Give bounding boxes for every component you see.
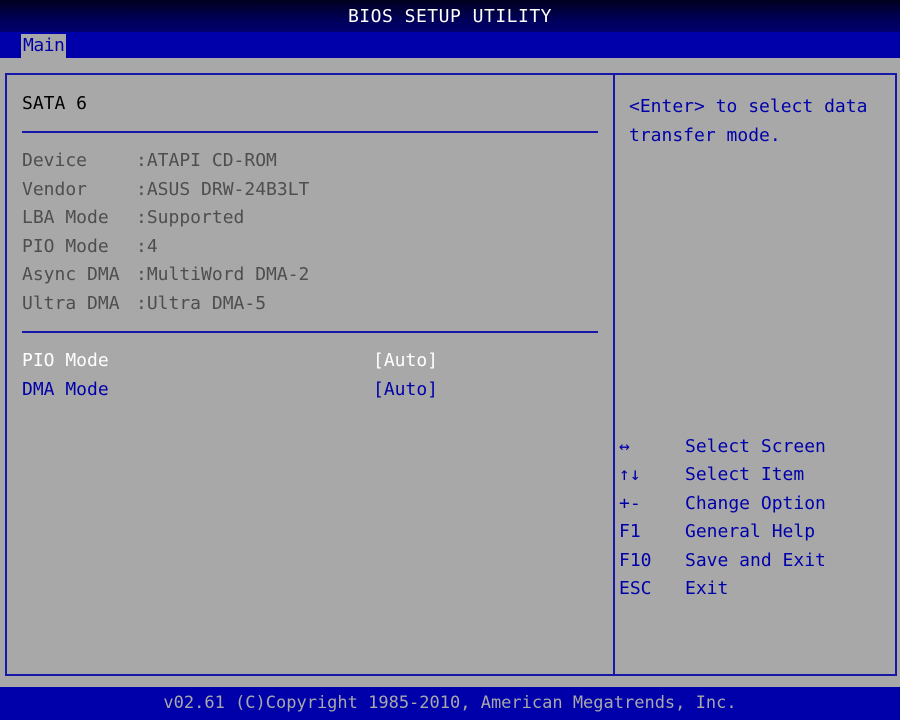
info-label: LBA Mode xyxy=(22,207,109,228)
bottom-divider xyxy=(22,331,598,333)
info-value: :ASUS DRW-24B3LT xyxy=(136,179,310,200)
info-label: PIO Mode xyxy=(22,236,109,257)
info-label: Ultra DMA xyxy=(22,293,120,314)
footer-copyright: v02.61 (C)Copyright 1985-2010, American … xyxy=(0,687,900,720)
top-divider xyxy=(22,131,598,133)
info-row-lba-mode: LBA Mode :Supported xyxy=(22,206,244,230)
info-label: Async DMA xyxy=(22,264,120,285)
setting-value[interactable]: [Auto] xyxy=(373,349,438,373)
info-row-device: Device :ATAPI CD-ROM xyxy=(22,149,277,173)
tab-main[interactable]: Main xyxy=(21,34,67,58)
setting-label: DMA Mode xyxy=(22,379,109,400)
key-hint-select-screen: ↔ Select Screen xyxy=(619,433,826,461)
key-hint-desc: Save and Exit xyxy=(685,550,826,571)
app-title: BIOS SETUP UTILITY xyxy=(347,6,553,27)
key-name: ESC xyxy=(619,578,652,599)
main-panel: SATA 6 Device :ATAPI CD-ROM Vendor :ASUS D… xyxy=(5,73,897,676)
menu-bar: Main xyxy=(0,32,900,58)
key-hint-desc: Select Item xyxy=(685,464,805,485)
key-hint-general-help: F1 General Help xyxy=(619,518,815,546)
info-value: :MultiWord DMA-2 xyxy=(136,264,310,285)
help-text: <Enter> to select data transfer mode. xyxy=(629,96,879,146)
key-hint-exit: ESC Exit xyxy=(619,575,728,603)
info-value: :Supported xyxy=(136,207,245,228)
up-down-arrows-icon: ↑↓ xyxy=(619,464,641,485)
setting-label: PIO Mode xyxy=(22,350,109,371)
info-row-vendor: Vendor :ASUS DRW-24B3LT xyxy=(22,178,309,202)
info-row-async-dma: Async DMA :MultiWord DMA-2 xyxy=(22,263,309,287)
setting-dma-mode[interactable]: DMA Mode [Auto] xyxy=(22,378,602,402)
setting-value[interactable]: [Auto] xyxy=(373,378,438,402)
info-value: :Ultra DMA-5 xyxy=(136,293,267,314)
page-title: SATA 6 xyxy=(22,93,88,114)
key-hint-change-option: +- Change Option xyxy=(619,490,826,518)
info-label: Vendor xyxy=(22,179,88,200)
info-row-pio-mode: PIO Mode :4 xyxy=(22,235,158,259)
plus-minus-icon: +- xyxy=(619,493,641,514)
key-hint-desc: General Help xyxy=(685,521,816,542)
key-name: F1 xyxy=(619,521,641,542)
info-value: :4 xyxy=(136,236,158,257)
info-label: Device xyxy=(22,150,88,171)
left-right-arrow-icon: ↔ xyxy=(619,436,630,457)
key-hint-save-exit: F10 Save and Exit xyxy=(619,547,826,575)
key-hint-select-item: ↑↓ Select Item xyxy=(619,461,804,489)
key-hint-desc: Exit xyxy=(685,578,729,599)
info-value: :ATAPI CD-ROM xyxy=(136,150,277,171)
setting-pio-mode[interactable]: PIO Mode [Auto] xyxy=(22,349,602,373)
key-hint-desc: Select Screen xyxy=(685,436,826,457)
panel-divider xyxy=(613,75,615,674)
key-name: F10 xyxy=(619,550,652,571)
info-row-ultra-dma: Ultra DMA :Ultra DMA-5 xyxy=(22,292,266,316)
title-bar: BIOS SETUP UTILITY xyxy=(0,0,900,32)
key-hint-desc: Change Option xyxy=(685,493,826,514)
